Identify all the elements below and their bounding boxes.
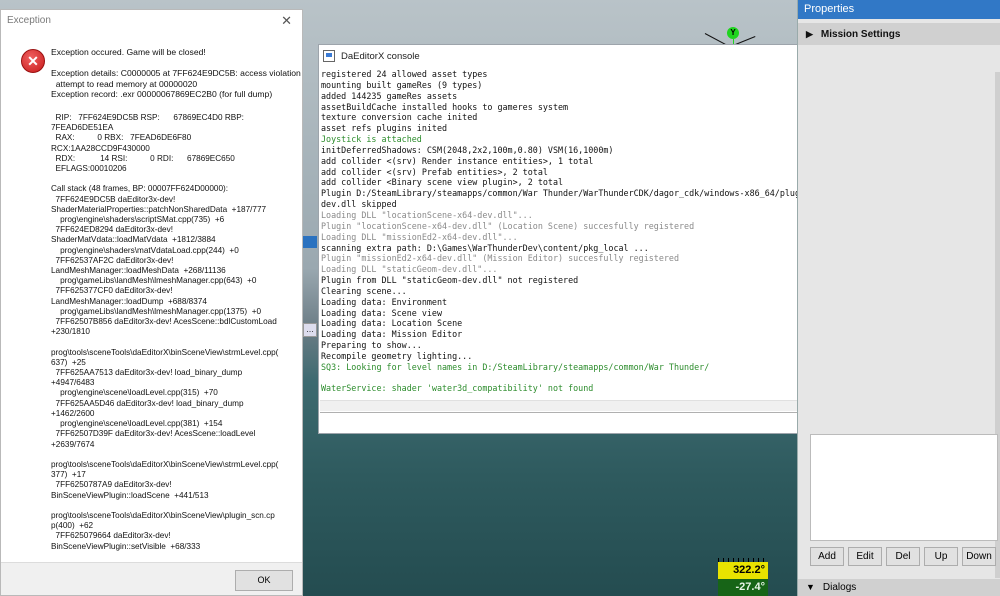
section-dialogs[interactable]: ▼ Dialogs [798,579,1000,596]
properties-body [799,72,999,427]
app-icon [323,50,335,62]
edit-button[interactable]: Edit [848,547,882,566]
exception-dialog: Exception ✕ ✕ Exception occured. Game wi… [0,9,303,596]
list-buttons: Add Edit Del Up Down [810,547,998,567]
del-button[interactable]: Del [886,547,920,566]
expand-triangle-icon: ▶ [806,29,813,39]
background-window-edge [303,236,317,248]
add-button[interactable]: Add [810,547,844,566]
exception-message: Exception occured. Game will be closed! … [51,47,301,100]
exception-titlebar[interactable]: Exception ✕ [1,10,302,32]
hud-heading-readout: 322.2° [718,562,768,579]
close-icon[interactable]: ✕ [281,10,292,32]
up-button[interactable]: Up [924,547,958,566]
background-window-button: … [303,323,317,337]
exception-details: RIP: 7FF624E9DC5B RSP: 67869EC4D0 RBP: 7… [51,113,279,591]
properties-panel: Properties ▶ Mission Settings Add Edit De… [797,0,1000,596]
section-label: Mission Settings [820,29,901,40]
section-mission-settings[interactable]: ▶ Mission Settings [798,23,1000,45]
down-button[interactable]: Down [962,547,996,566]
exception-footer: OK [1,562,302,595]
gizmo-y-handle[interactable]: Y [727,27,739,39]
exception-title: Exception [7,15,51,26]
collapse-triangle-icon: ▼ [806,582,815,592]
console-title: DaEditorX console [341,51,420,62]
error-icon: ✕ [21,49,45,73]
properties-listbox[interactable] [810,434,998,541]
hud-pitch-readout: -27.4° [718,579,768,596]
section-label: Dialogs [822,582,857,593]
properties-header: Properties [798,0,1000,19]
ok-button[interactable]: OK [235,570,293,591]
